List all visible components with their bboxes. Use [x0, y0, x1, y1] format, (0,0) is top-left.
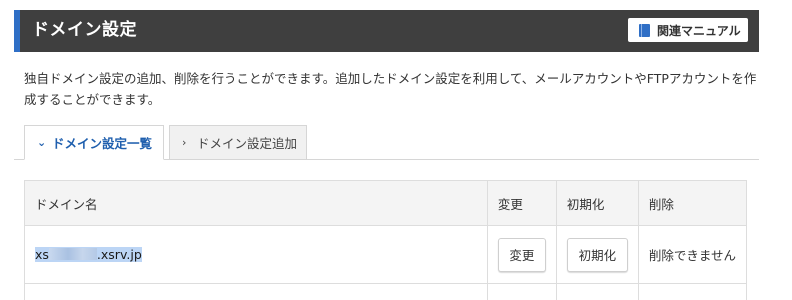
- book-icon: [639, 23, 650, 37]
- table-header-row: ドメイン名 変更 初期化 削除: [24, 180, 748, 226]
- column-header-initialize: 初期化: [555, 180, 639, 226]
- page-header: ドメイン設定 関連マニュアル: [14, 10, 759, 52]
- tab-domain-add[interactable]: › ドメイン設定追加: [169, 125, 307, 160]
- tab-domain-list[interactable]: ⌄ ドメイン設定一覧: [24, 125, 164, 160]
- delete-status: 削除できません: [648, 248, 736, 263]
- table-row: xs .xsrv.jp 変更 初期化 削除できません: [24, 225, 748, 284]
- table-row: [24, 283, 748, 300]
- domain-cell: xs .xsrv.jp: [24, 225, 488, 284]
- column-header-change: 変更: [486, 180, 557, 226]
- domain-prefix: xs: [35, 247, 49, 262]
- page-description: 独自ドメイン設定の追加、削除を行うことができます。追加したドメイン設定を利用して…: [24, 71, 757, 107]
- domain-cell: [24, 283, 488, 300]
- initialize-cell: 初期化: [555, 225, 639, 284]
- redacted-mask: [48, 248, 97, 260]
- change-cell: 変更: [486, 225, 557, 284]
- related-manual-label: 関連マニュアル: [657, 23, 741, 38]
- tab-domain-add-label: ドメイン設定追加: [197, 136, 298, 151]
- delete-cell: 削除できません: [637, 225, 748, 284]
- chevron-down-icon: ⌄: [37, 136, 47, 149]
- domain-name[interactable]: xs .xsrv.jp: [35, 247, 142, 262]
- tab-domain-list-label: ドメイン設定一覧: [52, 136, 153, 151]
- column-header-delete: 削除: [637, 180, 748, 226]
- domain-suffix: .xsrv.jp: [96, 247, 142, 262]
- initialize-cell: [555, 283, 639, 300]
- change-cell: [486, 283, 557, 300]
- chevron-right-icon: ›: [182, 136, 187, 149]
- initialize-button[interactable]: 初期化: [566, 237, 628, 272]
- domain-table: ドメイン名 変更 初期化 削除 xs .xsrv.jp 変更 初期化 削除できませ…: [24, 180, 748, 300]
- column-header-domain: ドメイン名: [24, 180, 488, 226]
- change-button[interactable]: 変更: [497, 237, 546, 272]
- page-title: ドメイン設定: [32, 20, 137, 40]
- delete-cell: [637, 283, 748, 300]
- related-manual-button[interactable]: 関連マニュアル: [628, 18, 748, 42]
